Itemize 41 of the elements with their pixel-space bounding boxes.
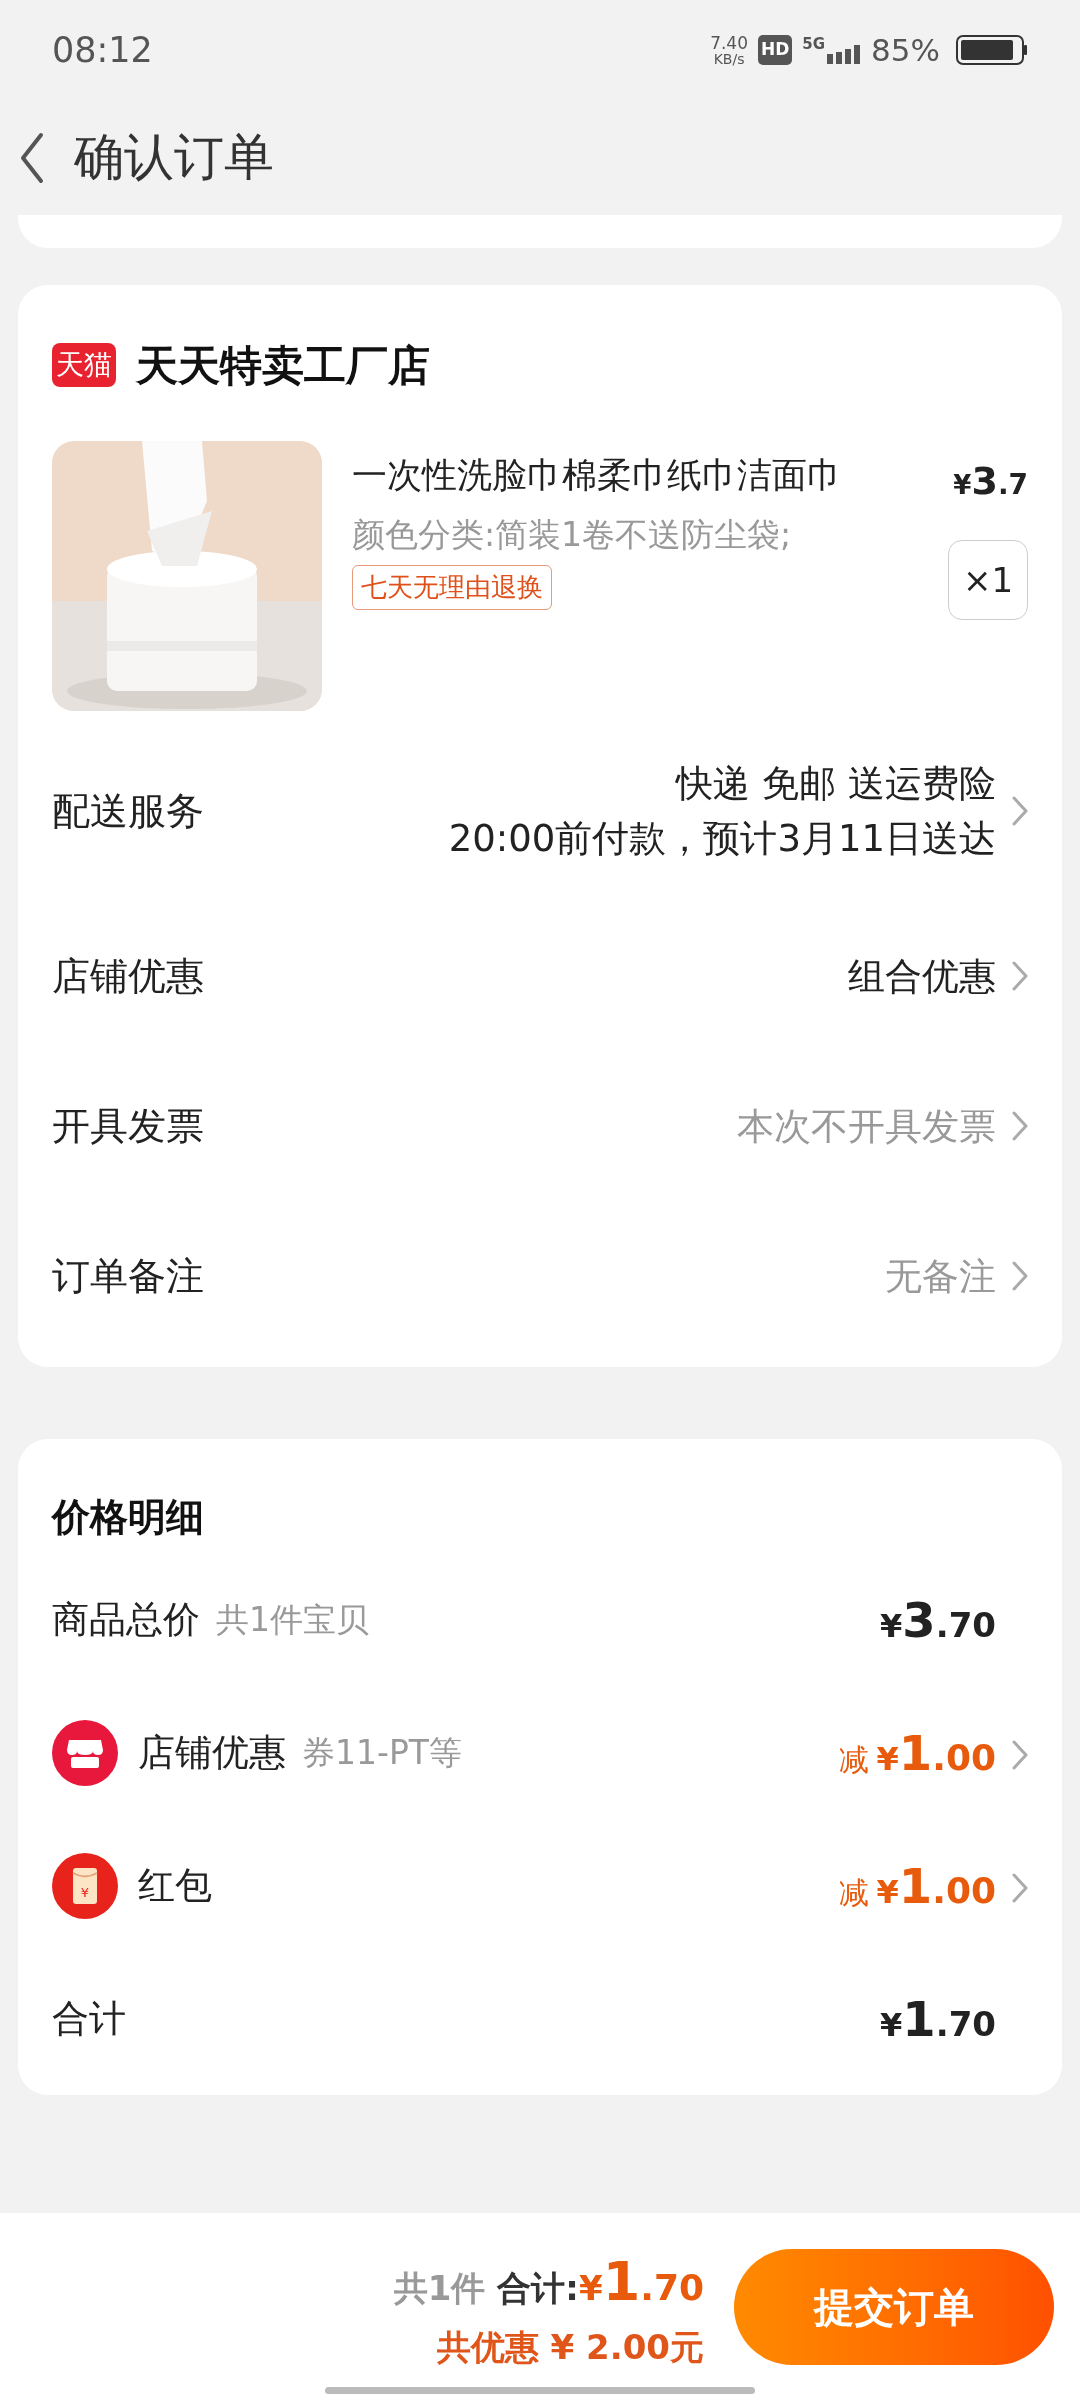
- price-amount: ¥3.70: [880, 1590, 996, 1650]
- hd-badge: HD: [758, 35, 793, 65]
- price-label: 商品总价: [52, 1596, 200, 1643]
- discount-amount: 减 ¥1.00: [838, 1723, 996, 1783]
- product-price: ¥3.7: [953, 458, 1028, 505]
- item-count: 共1件: [393, 2266, 486, 2310]
- section-title: 价格明细: [52, 1494, 205, 1541]
- return-policy-tag: 七天无理由退换: [352, 565, 552, 610]
- store-name: 天天特卖工厂店: [136, 339, 430, 392]
- product-spec: 颜色分类:简装1卷不送防尘袋;: [352, 513, 793, 556]
- price-note: 共1件宝贝: [216, 1598, 369, 1641]
- envelope-icon: ¥: [52, 1852, 118, 1919]
- product-title: 一次性洗脸巾棉柔巾纸巾洁面巾: [352, 454, 843, 497]
- price-amount: ¥1.70: [880, 1989, 996, 2049]
- price-label: 合计: [52, 1995, 126, 2042]
- total-label: 合计:: [497, 2266, 579, 2310]
- total-price: ¥1.70: [578, 2248, 704, 2315]
- discount-amount: 减 ¥1.00: [838, 1856, 996, 1916]
- store-icon: [52, 1719, 118, 1786]
- option-row[interactable]: 店铺优惠 组合优惠: [52, 901, 1028, 1051]
- option-row[interactable]: 开具发票 本次不开具发票: [52, 1051, 1028, 1201]
- network-speed: 7.40 KB/s: [710, 34, 748, 66]
- price-note: 券11-PT等: [302, 1731, 462, 1774]
- option-row[interactable]: 订单备注 无备注: [52, 1201, 1028, 1351]
- battery-icon: [956, 35, 1028, 65]
- chevron-icon: [1012, 1261, 1028, 1291]
- chevron-icon: [1012, 796, 1028, 826]
- battery-percent: 85%: [871, 30, 940, 70]
- quantity-badge: ×1: [948, 540, 1028, 620]
- chevron-icon: [1012, 1872, 1028, 1903]
- status-time: 08:12: [52, 28, 153, 72]
- saving-text: 共优惠 ¥ 2.00元: [436, 2325, 704, 2369]
- page-title: 确认订单: [74, 127, 274, 188]
- chevron-icon: [1012, 1739, 1028, 1770]
- price-label: 店铺优惠: [138, 1729, 286, 1776]
- option-row[interactable]: 配送服务 快递 免邮 送运费险 20:00前付款，预计3月11日送达: [52, 721, 1028, 901]
- store-logo: 天猫: [52, 343, 116, 387]
- chevron-icon: [1012, 961, 1028, 991]
- signal-indicator: 5G: [802, 36, 862, 64]
- price-label: 红包: [138, 1862, 212, 1909]
- chevron-icon: [1012, 1111, 1028, 1141]
